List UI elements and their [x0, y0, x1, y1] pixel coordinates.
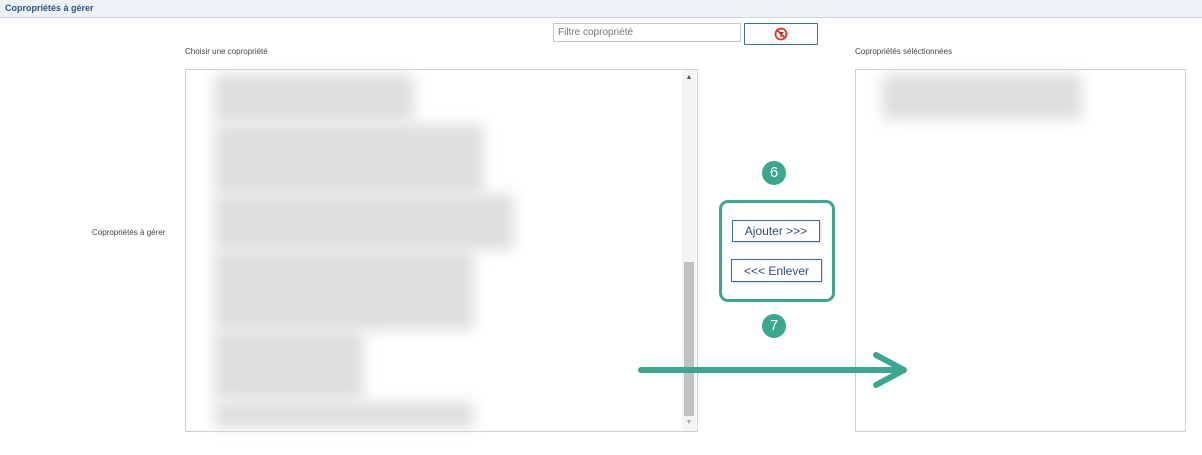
- obscured-list-content: [214, 124, 484, 194]
- available-list[interactable]: ▲ ▼: [185, 69, 698, 432]
- row-label: Copropriétés à gérer: [92, 228, 166, 237]
- obscured-list-content: [214, 402, 474, 428]
- obscured-list-content: [214, 250, 474, 330]
- step-badge-7: 7: [762, 314, 786, 338]
- section-title: Copropriétés à gérer: [5, 3, 94, 13]
- filter-input[interactable]: [553, 23, 741, 42]
- available-list-label: Choisir une copropriété: [185, 47, 268, 56]
- scroll-thumb[interactable]: [684, 262, 694, 416]
- scroll-down-arrow-icon[interactable]: ▼: [682, 416, 696, 430]
- clear-filter-button[interactable]: [744, 23, 818, 45]
- obscured-list-content: [214, 74, 414, 122]
- obscured-list-content: [214, 330, 364, 400]
- annotation-arrow-icon: [638, 352, 907, 388]
- section-header: Copropriétés à gérer: [0, 0, 1202, 18]
- add-button[interactable]: Ajouter >>>: [732, 220, 820, 242]
- selected-list-label: Copropriétés séléctionnées: [855, 47, 952, 56]
- remove-button[interactable]: <<< Enlever: [731, 259, 822, 282]
- obscured-list-content: [882, 74, 1082, 120]
- step-badge-6: 6: [762, 161, 786, 185]
- obscured-list-content: [214, 194, 514, 250]
- no-filter-icon: [774, 27, 788, 41]
- scroll-up-arrow-icon[interactable]: ▲: [682, 71, 696, 85]
- actions-highlight: [719, 200, 835, 302]
